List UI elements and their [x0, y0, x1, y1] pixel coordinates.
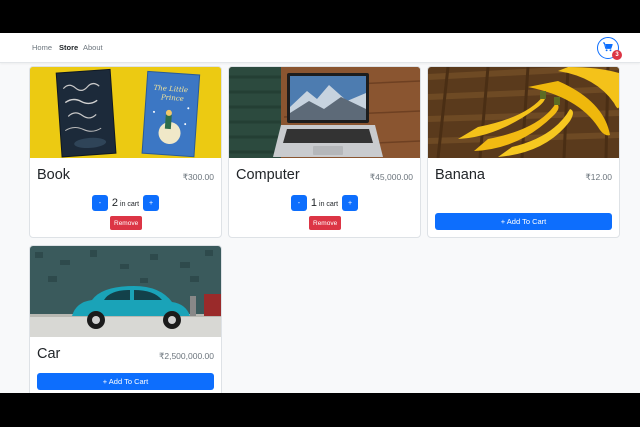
remove-button[interactable]: Remove	[110, 216, 143, 230]
product-name: Car	[37, 346, 61, 362]
product-price: ₹300.00	[182, 172, 214, 182]
product-name: Book	[37, 167, 71, 183]
add-to-cart-button[interactable]: + Add To Cart	[37, 373, 214, 390]
book-image: The Little Prince	[30, 67, 221, 158]
product-card-car: Car ₹2,500,000.00 + Add To Cart	[29, 245, 222, 393]
quantity-value: 2	[111, 197, 119, 209]
computer-image	[229, 67, 420, 158]
product-card-book: The Little Prince Book ₹300.00 - 2 in ca…	[29, 66, 222, 238]
decrease-quantity-button[interactable]: -	[290, 195, 307, 211]
quantity-controls: - 1 in cart +	[229, 195, 420, 211]
store-page: Home Store About 3 The Little Prince Boo…	[0, 33, 640, 393]
product-price: ₹45,000.00	[369, 172, 413, 182]
product-card-computer: Computer ₹45,000.00 - 1 in cart + Remove	[228, 66, 421, 238]
increase-quantity-button[interactable]: +	[342, 195, 359, 211]
nav-link-about[interactable]: About	[83, 43, 103, 52]
quantity-controls: - 2 in cart +	[30, 195, 221, 211]
car-image	[30, 246, 221, 337]
product-name: Banana	[435, 167, 485, 183]
cart-quantity: 1 in cart	[311, 197, 338, 209]
banana-image	[428, 67, 619, 158]
remove-button[interactable]: Remove	[309, 216, 342, 230]
nav-link-home[interactable]: Home	[32, 43, 52, 52]
navbar: Home Store About 3	[0, 33, 640, 63]
cart-quantity: 2 in cart	[112, 197, 139, 209]
in-cart-label: in cart	[319, 201, 339, 208]
decrease-quantity-button[interactable]: -	[91, 195, 108, 211]
product-price: ₹12.00	[585, 172, 612, 182]
product-price: ₹2,500,000.00	[158, 351, 214, 361]
in-cart-label: in cart	[120, 201, 140, 208]
increase-quantity-button[interactable]: +	[143, 195, 160, 211]
nav-link-store[interactable]: Store	[59, 43, 78, 52]
cart-count-badge: 3	[612, 50, 622, 60]
quantity-value: 1	[310, 197, 318, 209]
product-card-banana: Banana ₹12.00 + Add To Cart	[427, 66, 620, 238]
add-to-cart-button[interactable]: + Add To Cart	[435, 213, 612, 230]
svg-text:Prince: Prince	[160, 93, 184, 103]
product-name: Computer	[236, 167, 300, 183]
cart-button[interactable]: 3	[597, 37, 622, 60]
